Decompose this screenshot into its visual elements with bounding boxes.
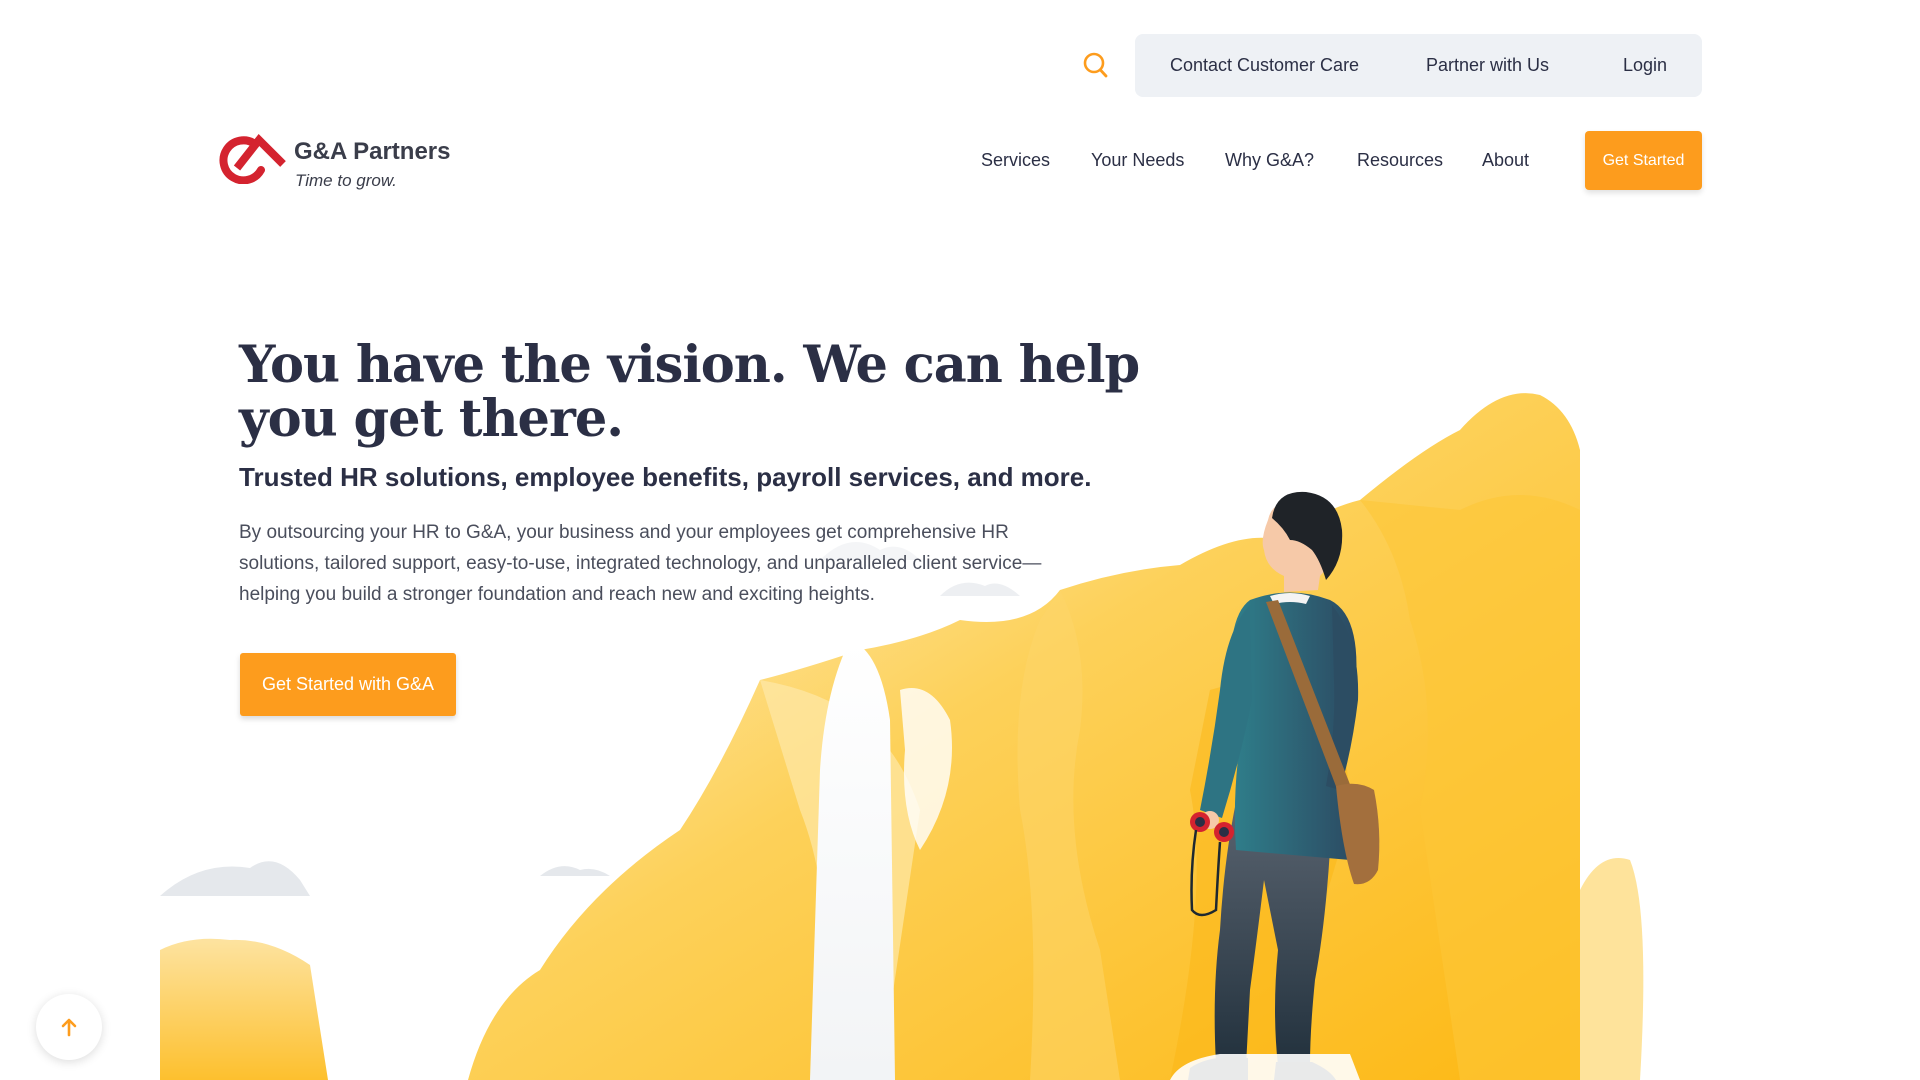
hero-subtitle: Trusted HR solutions, employee benefits,… xyxy=(239,462,1092,492)
nav-item-services[interactable]: Services xyxy=(981,150,1050,171)
logo[interactable]: G&A Partners Time to grow. xyxy=(215,128,475,192)
nav-item-about[interactable]: About xyxy=(1482,150,1529,171)
arrow-up-icon xyxy=(61,1018,77,1037)
logo-mark-icon xyxy=(219,133,286,184)
hero-description: By outsourcing your HR to G&A, your busi… xyxy=(239,522,1042,605)
search-button[interactable] xyxy=(1082,50,1110,80)
search-icon xyxy=(1083,52,1108,78)
logo-tagline: Time to grow. xyxy=(295,171,397,190)
get-started-with-ga-button[interactable]: Get Started with G&A xyxy=(240,653,456,716)
utility-nav: Contact Customer Care Partner with Us Lo… xyxy=(1135,34,1702,97)
partner-with-us-link[interactable]: Partner with Us xyxy=(1426,55,1549,76)
hero-illustration xyxy=(160,393,1644,1080)
nav-item-why-ga[interactable]: Why G&A? xyxy=(1225,150,1314,171)
back-to-top-button[interactable] xyxy=(36,994,102,1060)
nav-item-your-needs[interactable]: Your Needs xyxy=(1091,150,1184,171)
hero-title: You have the vision. We can help you get… xyxy=(239,335,1140,449)
nav-item-resources[interactable]: Resources xyxy=(1357,150,1443,171)
login-link[interactable]: Login xyxy=(1623,55,1667,76)
get-started-button[interactable]: Get Started xyxy=(1585,131,1702,190)
logo-name: G&A Partners xyxy=(294,138,451,165)
contact-customer-care-link[interactable]: Contact Customer Care xyxy=(1170,55,1359,76)
